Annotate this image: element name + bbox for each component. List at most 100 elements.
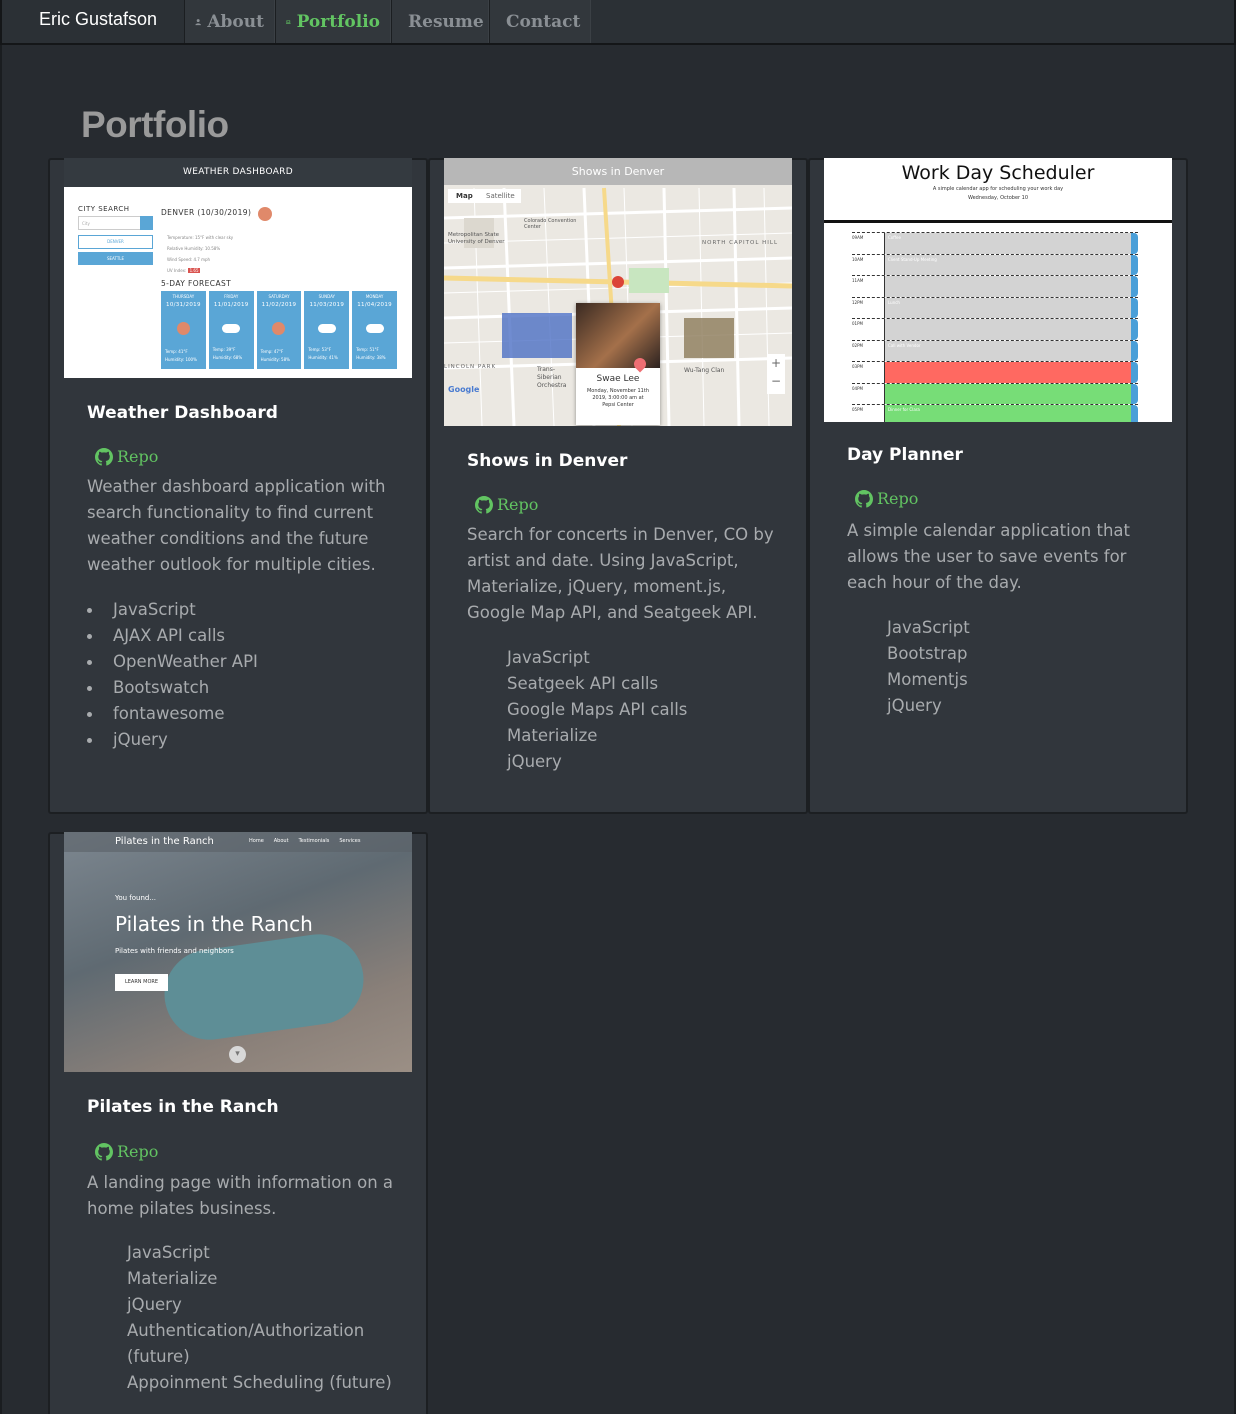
project-description: Weather dashboard application with searc…: [87, 477, 386, 574]
forecast-card: SATURDAY 11/02/2019 Temp: 47°F Humidity: 58…: [256, 291, 302, 369]
time-block-row: 05PM Dinner for Clara: [852, 404, 1138, 422]
list-item: JavaScript: [127, 1243, 210, 1262]
tech-list: JavaScript Bootstrap Momentjs jQuery: [887, 615, 970, 719]
thumb-headline: Pilates in the Ranch: [115, 912, 313, 936]
map-label: LINCOLN PARK: [444, 364, 497, 370]
project-card-day-planner: Work Day Scheduler A simple calendar app…: [808, 158, 1188, 814]
user-icon: [195, 18, 201, 25]
time-block-row: 09AM Coffee: [852, 232, 1138, 254]
list-item: jQuery: [887, 696, 942, 715]
thumb-search-label: CITY SEARCH: [78, 205, 130, 213]
github-icon: [95, 1142, 113, 1161]
nav-about-label: About: [207, 11, 264, 32]
navbar: Eric Gustafson About Portfolio Resume Co…: [0, 0, 1236, 45]
time-block-row: 03PM: [852, 361, 1138, 383]
sun-icon: [272, 322, 286, 335]
shows-in-denver-screenshot[interactable]: Shows in Denver Map Satellite Metropolit…: [444, 158, 792, 426]
project-description: A landing page with information on a hom…: [87, 1173, 394, 1218]
repo-label: Repo: [117, 1142, 159, 1161]
github-icon: [475, 495, 493, 514]
thumb-nav-links: Home About Testimonials Services: [249, 838, 361, 844]
save-icon: [1131, 319, 1138, 340]
map-label: Wu-Tang Clan: [684, 367, 725, 374]
nav-resume-label: Resume: [408, 11, 484, 32]
project-title: Pilates in the Ranch: [87, 1097, 279, 1117]
list-item: fontawesome: [87, 701, 258, 727]
thumb-header: Work Day Scheduler: [901, 162, 1095, 184]
sun-icon: [258, 207, 272, 221]
time-block-row: 12PM Lunch: [852, 296, 1138, 318]
thumb-date: Wednesday, October 10: [967, 195, 1029, 201]
thumb-tagline: Pilates with friends and neighbors: [115, 947, 234, 955]
save-icon: [1131, 362, 1138, 383]
time-block-row: 01PM: [852, 318, 1138, 340]
thumb-header: Shows in Denver: [444, 158, 792, 185]
tech-list: JavaScript AJAX API calls OpenWeather AP…: [87, 597, 258, 753]
list-item: Materialize: [507, 726, 598, 745]
page-title: Portfolio: [81, 104, 229, 145]
nav-portfolio[interactable]: Portfolio: [275, 0, 391, 43]
pilates-screenshot[interactable]: Pilates in the Ranch Home About Testimon…: [64, 832, 412, 1072]
thumb-site-name: Pilates in the Ranch: [115, 836, 214, 847]
repo-link[interactable]: Repo: [95, 447, 158, 466]
forecast-card: THURSDAY 10/31/2019 Temp: 41°F Humidity: 10…: [161, 291, 206, 369]
day-planner-screenshot[interactable]: Work Day Scheduler A simple calendar app…: [824, 158, 1172, 422]
list-item: Bootstrap: [887, 644, 968, 663]
thumb-stats: Temperature: 15°F with clear sky Relativ…: [167, 235, 234, 273]
project-title: Day Planner: [847, 445, 963, 465]
map-tab: Map: [448, 189, 481, 203]
list-item: jQuery: [507, 752, 562, 771]
chevron-down-icon: ▾: [229, 1046, 246, 1063]
map-label: NORTH CAPITOL HILL: [702, 240, 779, 246]
nav-resume[interactable]: Resume: [391, 0, 489, 43]
save-icon: [1131, 340, 1138, 361]
repo-link[interactable]: Repo: [855, 489, 918, 508]
divider: [824, 220, 1172, 223]
forecast-card: SUNDAY 11/03/2019 Temp: 53°F Humidity: 41%: [304, 291, 350, 369]
thumb-search-button: [140, 216, 153, 230]
thumb-city-button: DENVER: [78, 235, 153, 249]
forecast-card: MONDAY 11/04/2019 Temp: 51°F Humidity: 38%: [352, 291, 397, 369]
github-icon: [95, 447, 113, 466]
tech-list: JavaScript Materialize jQuery Authentica…: [127, 1240, 397, 1396]
time-block-row: 02PM Call with Vendor: [852, 339, 1138, 361]
satellite-tab: Satellite: [480, 189, 521, 203]
thumb-forecast-title: 5-DAY FORECAST: [161, 279, 232, 288]
project-title: Weather Dashboard: [87, 403, 278, 423]
save-icon: [1131, 254, 1138, 275]
project-title: Shows in Denver: [467, 451, 628, 471]
repo-label: Repo: [117, 447, 159, 466]
repo-link[interactable]: Repo: [475, 495, 538, 514]
weather-dashboard-screenshot[interactable]: WEATHER DASHBOARD CITY SEARCH City DENVE…: [64, 158, 412, 378]
thumb-kicker: You found...: [115, 894, 157, 902]
list-item: AJAX API calls: [87, 623, 258, 649]
cloud-sun-icon: [365, 324, 384, 333]
brand-name[interactable]: Eric Gustafson: [39, 9, 157, 30]
laptop-icon: [286, 19, 291, 24]
thumb-forecast-row: THURSDAY 10/31/2019 Temp: 41°F Humidity: 10…: [161, 291, 397, 369]
list-item: Materialize: [127, 1269, 218, 1288]
save-icon: [1131, 276, 1138, 297]
project-card-weather-dashboard: WEATHER DASHBOARD CITY SEARCH City DENVE…: [48, 158, 428, 814]
save-icon: [1131, 405, 1138, 422]
time-block-row: 11AM: [852, 275, 1138, 297]
tech-list: JavaScript Seatgeek API calls Google Map…: [507, 645, 687, 775]
repo-link[interactable]: Repo: [95, 1142, 158, 1161]
save-icon: [1131, 383, 1138, 404]
list-item: jQuery: [87, 727, 258, 753]
time-block-row: 10AM Client Stand-Up Meeting: [852, 253, 1138, 275]
project-description: A simple calendar application that allow…: [847, 521, 1130, 592]
nav-contact[interactable]: Contact: [489, 0, 591, 43]
list-item: Google Maps API calls: [507, 700, 688, 719]
project-description: Search for concerts in Denver, CO by art…: [467, 525, 774, 622]
nav-about[interactable]: About: [184, 0, 275, 43]
project-card-pilates: Pilates in the Ranch Home About Testimon…: [48, 832, 428, 1414]
project-card-shows-in-denver: Shows in Denver Map Satellite Metropolit…: [428, 158, 808, 814]
nav-contact-label: Contact: [506, 11, 581, 32]
list-item: OpenWeather API: [87, 649, 258, 675]
list-item: JavaScript: [87, 597, 258, 623]
thumb-time-blocks: 09AM Coffee 10AM Client Stand-Up Meeting 11A…: [852, 232, 1138, 422]
nav-portfolio-label: Portfolio: [296, 11, 380, 32]
map-label: Metropolitan State University of Denver: [448, 232, 505, 245]
time-block-row: 04PM: [852, 382, 1138, 404]
